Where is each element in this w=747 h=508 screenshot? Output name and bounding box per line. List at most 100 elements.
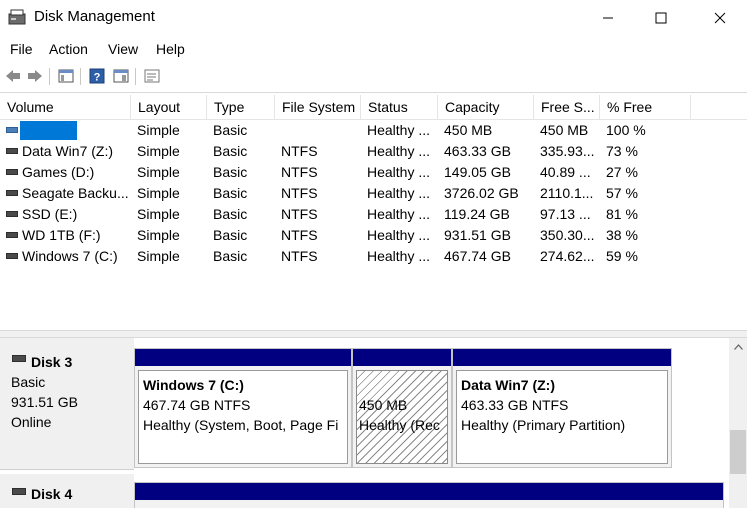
volume-icon <box>6 148 18 154</box>
cell-type: Basic <box>213 122 248 138</box>
help-button[interactable]: ? <box>88 67 106 85</box>
partition-status: Healthy (Rec <box>359 417 440 433</box>
cell-volume: Seagate Backu... <box>22 185 129 201</box>
table-row[interactable]: WD 1TB (F:) Simple Basic NTFS Healthy ..… <box>0 225 747 246</box>
partition-recovery[interactable]: 450 MB Healthy (Rec <box>352 348 452 468</box>
table-row[interactable]: SSD (E:) Simple Basic NTFS Healthy ... 1… <box>0 204 747 225</box>
cell-type: Basic <box>213 185 248 201</box>
table-row[interactable]: Seagate Backu... Simple Basic NTFS Healt… <box>0 183 747 204</box>
cell-file-system: NTFS <box>281 143 318 159</box>
disk-icon <box>12 355 26 362</box>
minimize-button[interactable] <box>585 0 631 35</box>
cell-file-system: NTFS <box>281 227 318 243</box>
partition-bar <box>453 349 671 366</box>
column-header-volume[interactable]: Volume <box>0 95 131 119</box>
cell-free-space: 40.89 ... <box>540 164 591 180</box>
cell-capacity: 3726.02 GB <box>444 185 519 201</box>
disk-name: Disk 3 <box>31 354 73 370</box>
maximize-button[interactable] <box>638 0 684 35</box>
disk-management-icon <box>8 9 26 25</box>
partition-data-win7[interactable]: Data Win7 (Z:) 463.33 GB NTFS Healthy (P… <box>452 348 672 468</box>
cell-free-space: 350.30... <box>540 227 595 243</box>
table-row[interactable]: Windows 7 (C:) Simple Basic NTFS Healthy… <box>0 246 747 267</box>
column-header-status[interactable]: Status <box>361 95 438 119</box>
cell-status: Healthy ... <box>367 248 431 264</box>
partition-body: Data Win7 (Z:) 463.33 GB NTFS Healthy (P… <box>456 370 668 464</box>
disk-name: Disk 4 <box>31 486 73 502</box>
menu-view[interactable]: View <box>108 41 138 57</box>
column-header-file-system[interactable]: File System <box>275 95 361 119</box>
cell-file-system: NTFS <box>281 164 318 180</box>
partition-title <box>359 375 447 395</box>
volume-name-selected[interactable] <box>20 121 77 140</box>
partition-bar <box>353 349 451 366</box>
cell-volume: Data Win7 (Z:) <box>22 143 114 159</box>
forward-button[interactable] <box>26 67 44 85</box>
partition-windows7[interactable]: Windows 7 (C:) 467.74 GB NTFS Healthy (S… <box>134 348 352 468</box>
partition-disk4[interactable] <box>134 482 724 508</box>
menu-file[interactable]: File <box>10 41 33 57</box>
action-pane-icon <box>113 69 129 83</box>
disk-view-scrollbar[interactable] <box>729 338 747 508</box>
cell-status: Healthy ... <box>367 164 431 180</box>
table-row[interactable]: Data Win7 (Z:) Simple Basic NTFS Healthy… <box>0 141 747 162</box>
cell-layout: Simple <box>137 248 180 264</box>
cell-volume: SSD (E:) <box>22 206 78 222</box>
cell-type: Basic <box>213 164 248 180</box>
cell-status: Healthy ... <box>367 227 431 243</box>
table-row[interactable]: Simple Basic Healthy ... 450 MB 450 MB 1… <box>0 120 747 141</box>
menu-help[interactable]: Help <box>156 41 185 57</box>
partition-size: 467.74 GB NTFS <box>143 397 251 413</box>
cell-free-space: 335.93... <box>540 143 595 159</box>
toolbar: ? <box>0 64 747 88</box>
cell-type: Basic <box>213 227 248 243</box>
cell-status: Healthy ... <box>367 206 431 222</box>
column-header-type[interactable]: Type <box>207 95 275 119</box>
volume-icon <box>6 190 18 196</box>
scroll-up-button[interactable] <box>729 338 747 355</box>
cell-file-system: NTFS <box>281 248 318 264</box>
close-button[interactable] <box>697 0 743 35</box>
cell-percent-free: 27 % <box>606 164 638 180</box>
cell-layout: Simple <box>137 143 180 159</box>
maximize-icon <box>655 12 667 23</box>
column-header-layout[interactable]: Layout <box>131 95 207 119</box>
cell-volume: WD 1TB (F:) <box>22 227 101 243</box>
column-header-percent-free[interactable]: % Free <box>600 95 691 119</box>
disk-4-label[interactable]: Disk 4 <box>0 474 134 508</box>
cell-layout: Simple <box>137 185 180 201</box>
cell-capacity: 931.51 GB <box>444 227 511 243</box>
partition-bar <box>135 349 351 366</box>
cell-capacity: 149.05 GB <box>444 164 511 180</box>
cell-percent-free: 81 % <box>606 206 638 222</box>
show-hide-action-pane-button[interactable] <box>112 67 130 85</box>
cell-percent-free: 100 % <box>606 122 646 138</box>
svg-text:?: ? <box>94 72 101 84</box>
scroll-thumb[interactable] <box>730 430 746 474</box>
table-row[interactable]: Games (D:) Simple Basic NTFS Healthy ...… <box>0 162 747 183</box>
properties-icon <box>144 69 160 83</box>
cell-percent-free: 73 % <box>606 143 638 159</box>
disk-3-label[interactable]: Disk 3 Basic 931.51 GB Online <box>0 338 134 470</box>
cell-free-space: 97.13 ... <box>540 206 591 222</box>
cell-free-space: 450 MB <box>540 122 589 138</box>
console-tree-icon <box>58 69 74 83</box>
partition-size: 450 MB <box>359 397 408 413</box>
partition-bar <box>135 483 723 500</box>
back-arrow-icon <box>6 70 20 82</box>
menu-action[interactable]: Action <box>49 41 88 57</box>
console-tree-button[interactable] <box>57 67 75 85</box>
cell-status: Healthy ... <box>367 185 431 201</box>
toolbar-separator <box>49 68 50 85</box>
close-icon <box>714 12 726 23</box>
properties-button[interactable] <box>143 67 161 85</box>
toolbar-separator <box>80 68 81 85</box>
cell-type: Basic <box>213 248 248 264</box>
pane-splitter[interactable] <box>0 330 747 338</box>
column-header-capacity[interactable]: Capacity <box>438 95 534 119</box>
cell-file-system: NTFS <box>281 206 318 222</box>
back-button[interactable] <box>4 67 22 85</box>
cell-capacity: 119.24 GB <box>444 206 510 222</box>
partition-body: 450 MB Healthy (Rec <box>356 370 448 464</box>
column-header-free-space[interactable]: Free S... <box>534 95 600 119</box>
